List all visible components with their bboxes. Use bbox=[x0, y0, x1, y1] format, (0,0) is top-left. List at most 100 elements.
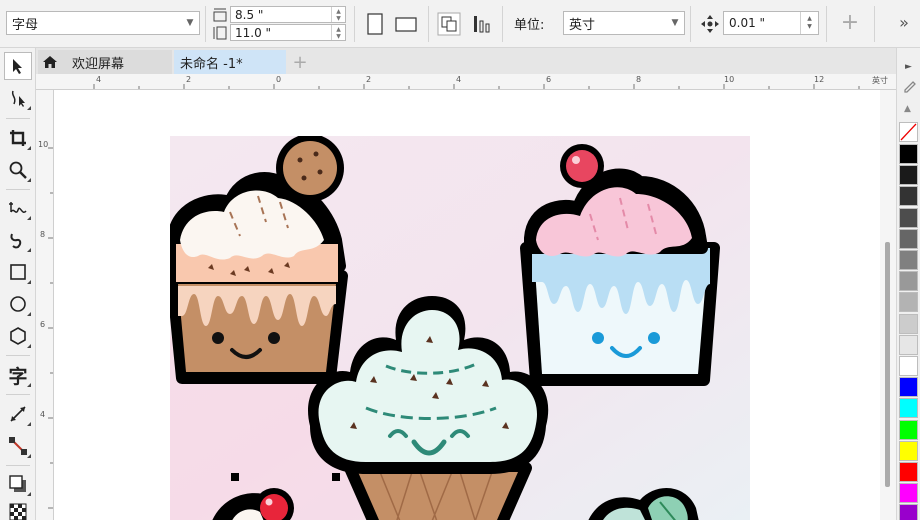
vertical-ruler[interactable]: 10 8 6 4 bbox=[36, 90, 54, 520]
horizontal-ruler[interactable]: 4 2 0 2 4 6 8 10 12 英寸 bbox=[36, 74, 896, 90]
color-swatch[interactable] bbox=[899, 504, 918, 520]
color-swatch[interactable] bbox=[899, 377, 918, 398]
portrait-icon[interactable] bbox=[364, 12, 386, 36]
color-swatch[interactable] bbox=[899, 462, 918, 482]
page-width-value: 8.5 " bbox=[235, 7, 264, 22]
polygon-icon bbox=[10, 327, 26, 345]
ruler-label: 4 bbox=[40, 410, 46, 419]
magnifier-icon bbox=[9, 161, 27, 179]
color-swatch[interactable] bbox=[899, 186, 918, 207]
ruler-label: 6 bbox=[546, 75, 552, 84]
text-tool-glyph: 字 bbox=[8, 365, 28, 388]
drawing-canvas[interactable] bbox=[54, 90, 880, 520]
color-palette: ► ▲ bbox=[896, 48, 920, 520]
ellipse-icon bbox=[10, 296, 26, 312]
color-swatch[interactable] bbox=[899, 419, 918, 440]
zoom-tool[interactable] bbox=[4, 156, 32, 184]
height-spinner[interactable]: ▲ ▼ bbox=[331, 25, 345, 40]
tab-document-label: 未命名 -1* bbox=[180, 56, 243, 72]
separator bbox=[205, 6, 206, 42]
page-height-icon bbox=[213, 26, 227, 40]
color-swatch[interactable] bbox=[899, 483, 918, 504]
freehand-tool[interactable] bbox=[4, 194, 32, 222]
ruler-label: 2 bbox=[366, 75, 372, 84]
all-pages-icon[interactable] bbox=[437, 12, 461, 36]
color-swatch[interactable] bbox=[899, 271, 918, 292]
nudge-field[interactable]: 0.01 " ▲ ▼ bbox=[723, 11, 819, 35]
color-swatch[interactable] bbox=[899, 398, 918, 419]
chevron-right-icon[interactable]: ► bbox=[905, 62, 912, 72]
home-icon bbox=[43, 56, 57, 68]
separator bbox=[354, 6, 355, 42]
separator bbox=[874, 6, 875, 42]
overflow-chevron-icon[interactable]: » bbox=[894, 12, 914, 32]
rectangle-tool[interactable] bbox=[4, 258, 32, 286]
new-tab-button[interactable]: + bbox=[288, 50, 312, 74]
brush-stroke-icon bbox=[10, 233, 22, 249]
color-swatch[interactable] bbox=[899, 165, 918, 186]
dimension-line-icon bbox=[10, 406, 26, 422]
chevron-down-icon[interactable]: ▼ bbox=[181, 12, 199, 34]
color-swatch[interactable] bbox=[899, 250, 918, 270]
color-swatch[interactable] bbox=[899, 144, 918, 164]
color-swatch[interactable] bbox=[899, 207, 918, 228]
palette-scroll-up-icon[interactable]: ▲ bbox=[904, 104, 911, 114]
color-swatch[interactable] bbox=[899, 334, 918, 355]
landscape-icon[interactable] bbox=[394, 12, 418, 36]
add-preset-icon[interactable]: + bbox=[838, 10, 862, 35]
drop-shadow-tool[interactable] bbox=[4, 470, 32, 498]
selection-handle[interactable] bbox=[231, 473, 239, 481]
plus-icon: + bbox=[292, 51, 308, 73]
cupcakes-and-ice-cream-illustration[interactable] bbox=[170, 136, 750, 520]
transparency-tool[interactable] bbox=[4, 498, 32, 520]
eyedropper-icon[interactable] bbox=[901, 80, 917, 98]
separator bbox=[428, 6, 429, 42]
ruler-label: 0 bbox=[276, 75, 282, 84]
color-swatch[interactable] bbox=[899, 356, 918, 376]
ruler-label: 12 bbox=[814, 75, 825, 84]
parallel-dimension-tool[interactable] bbox=[4, 400, 32, 428]
no-fill-icon bbox=[900, 123, 917, 141]
no-color-swatch[interactable] bbox=[899, 122, 918, 142]
pick-tool[interactable] bbox=[4, 52, 32, 80]
separator bbox=[826, 6, 827, 42]
vertical-scrollbar[interactable] bbox=[880, 90, 896, 520]
separator bbox=[690, 6, 691, 42]
document-tabs: 欢迎屏幕 未命名 -1* + bbox=[36, 48, 896, 74]
current-page-icon[interactable] bbox=[470, 12, 494, 36]
chevron-down-icon[interactable]: ▼ bbox=[666, 12, 684, 34]
page-height-field[interactable]: 11.0 " ▲ ▼ bbox=[230, 24, 346, 41]
nudge-spinner[interactable]: ▲ ▼ bbox=[800, 12, 818, 34]
text-tool[interactable]: 字 bbox=[4, 361, 32, 389]
separator bbox=[502, 6, 503, 42]
nudge-value: 0.01 " bbox=[729, 16, 766, 30]
nudge-icon bbox=[701, 15, 719, 33]
color-swatch[interactable] bbox=[899, 313, 918, 334]
color-swatch[interactable] bbox=[899, 292, 918, 313]
font-combo[interactable]: 字母 ▼ bbox=[6, 11, 200, 35]
selection-handle[interactable] bbox=[332, 473, 340, 481]
ruler-label: 4 bbox=[456, 75, 462, 84]
crop-tool[interactable] bbox=[4, 124, 32, 152]
ellipse-tool[interactable] bbox=[4, 290, 32, 318]
drop-shadow-icon bbox=[9, 475, 26, 492]
ruler-ticks bbox=[48, 147, 53, 509]
rectangle-icon bbox=[10, 264, 26, 280]
tab-document[interactable]: 未命名 -1* bbox=[174, 50, 286, 74]
ruler-label: 10 bbox=[38, 140, 49, 149]
ruler-label: 8 bbox=[40, 230, 46, 239]
ruler-label: 8 bbox=[636, 75, 642, 84]
polygon-tool[interactable] bbox=[4, 322, 32, 350]
scroll-thumb[interactable] bbox=[885, 242, 890, 487]
page-width-field[interactable]: 8.5 " ▲ ▼ bbox=[230, 6, 346, 23]
connector-icon bbox=[9, 437, 27, 455]
color-swatch[interactable] bbox=[899, 440, 918, 461]
connector-tool[interactable] bbox=[4, 432, 32, 460]
tab-welcome[interactable]: 欢迎屏幕 bbox=[38, 50, 172, 74]
width-spinner[interactable]: ▲ ▼ bbox=[331, 7, 345, 22]
color-swatch[interactable] bbox=[899, 228, 918, 249]
shape-tool[interactable] bbox=[4, 84, 32, 112]
units-combo[interactable]: 英寸 ▼ bbox=[563, 11, 685, 35]
ruler-unit: 英寸 bbox=[872, 76, 888, 85]
artistic-media-tool[interactable] bbox=[4, 226, 32, 254]
